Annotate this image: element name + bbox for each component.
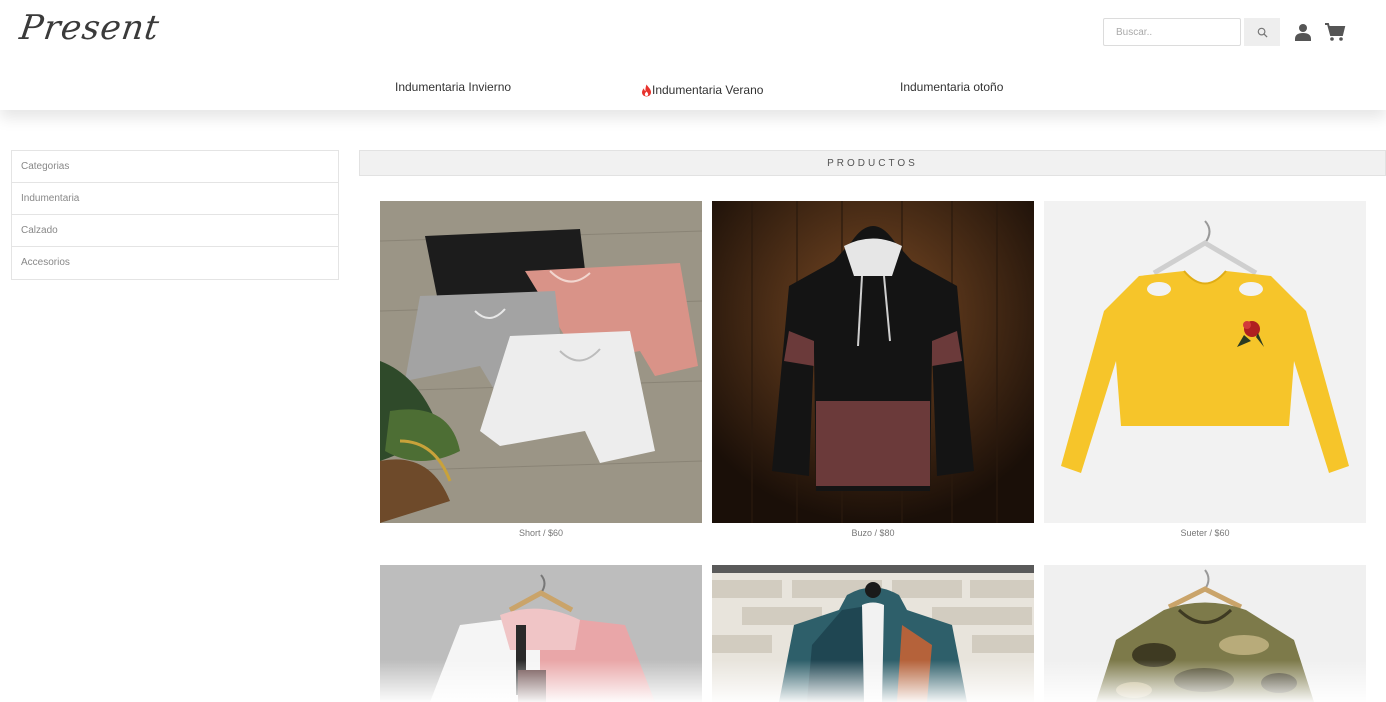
cart-icon[interactable] bbox=[1324, 22, 1346, 42]
search-icon bbox=[1257, 27, 1268, 38]
nav-link-otono[interactable]: Indumentaria otoño bbox=[900, 80, 1003, 100]
site-logo[interactable]: Present bbox=[17, 8, 162, 48]
product-image-short[interactable] bbox=[380, 201, 702, 523]
sidebar-item-accesorios[interactable]: Accesorios bbox=[12, 247, 338, 279]
category-sidebar: Categorias Indumentaria Calzado Accesori… bbox=[11, 150, 339, 280]
fire-icon bbox=[642, 84, 651, 96]
nav-link-verano-label: Indumentaria Verano bbox=[652, 83, 764, 97]
search-button[interactable] bbox=[1244, 18, 1280, 46]
sidebar-item-calzado[interactable]: Calzado bbox=[12, 215, 338, 247]
product-caption: Buzo / $80 bbox=[851, 528, 895, 538]
nav-link-invierno[interactable]: Indumentaria Invierno bbox=[395, 80, 511, 100]
product-image-buzo[interactable] bbox=[712, 201, 1034, 523]
sidebar-item-indumentaria[interactable]: Indumentaria bbox=[12, 183, 338, 215]
bottom-fade-overlay bbox=[0, 660, 1386, 702]
product-card-buzo[interactable]: Buzo / $80 bbox=[712, 201, 1034, 538]
user-icon[interactable] bbox=[1293, 22, 1313, 42]
product-card-sueter[interactable]: Sueter / $60 bbox=[1044, 201, 1366, 538]
sidebar-heading-categorias: Categorias bbox=[12, 151, 338, 183]
product-caption: Sueter / $60 bbox=[1180, 528, 1230, 538]
product-caption: Short / $60 bbox=[518, 528, 564, 538]
products-title-bar: PRODUCTOS bbox=[359, 150, 1386, 176]
product-image-sueter[interactable] bbox=[1044, 201, 1366, 523]
search-input[interactable] bbox=[1103, 18, 1241, 46]
site-header: Present Indumentaria Invierno Indumentar… bbox=[0, 0, 1386, 110]
product-card-short[interactable]: Short / $60 bbox=[380, 201, 702, 538]
nav-link-verano[interactable]: Indumentaria Verano bbox=[641, 80, 763, 100]
